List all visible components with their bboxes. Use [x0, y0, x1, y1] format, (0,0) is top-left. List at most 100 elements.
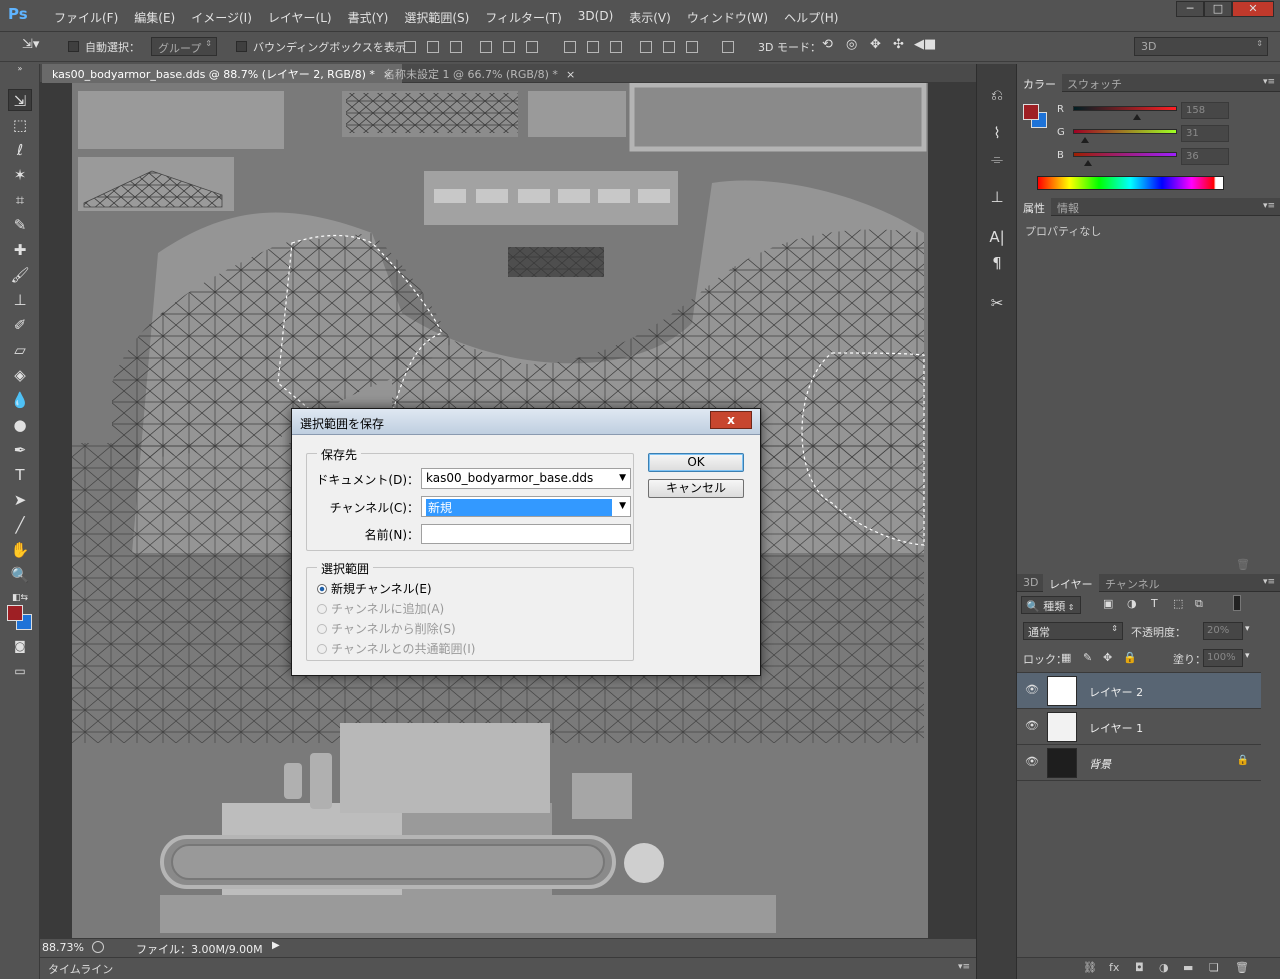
layer-style-icon[interactable]: fx	[1109, 961, 1119, 974]
close-window-button[interactable]: ✕	[1232, 1, 1274, 17]
paint-bucket-tool-icon[interactable]: ◈	[8, 364, 32, 386]
tool-presets-icon[interactable]: ✂	[983, 292, 1011, 314]
new-adjustment-icon[interactable]: ◑	[1159, 961, 1169, 974]
radio-dot[interactable]	[317, 624, 327, 634]
dialog-titlebar[interactable]: 選択範囲を保存 x	[292, 409, 760, 435]
layer-name[interactable]: 背景	[1089, 756, 1111, 772]
healing-brush-tool-icon[interactable]: ✚	[8, 239, 32, 261]
cancel-button[interactable]: キャンセル	[648, 479, 744, 498]
tab-layers[interactable]: レイヤー	[1043, 574, 1099, 592]
distribute-vcenter-icon[interactable]	[587, 41, 599, 53]
tab-kas00-bodyarmor[interactable]: kas00_bodyarmor_base.dds @ 88.7% (レイヤー 2…	[42, 64, 403, 83]
opacity-input[interactable]: 20%	[1203, 622, 1243, 640]
fg-color-swatch[interactable]	[1023, 104, 1039, 120]
eraser-tool-icon[interactable]: ▱	[8, 339, 32, 361]
distribute-left-icon[interactable]	[640, 41, 652, 53]
history-brush-tool-icon[interactable]: ✐	[8, 314, 32, 336]
panel-menu-icon[interactable]: ▾≡	[1263, 577, 1275, 587]
tab-info[interactable]: 情報	[1051, 198, 1085, 216]
foreground-color-swatch[interactable]	[7, 605, 23, 621]
add-mask-icon[interactable]: ◘	[1135, 961, 1144, 974]
blue-value[interactable]: 36	[1181, 148, 1229, 165]
panel-menu-icon[interactable]: ▾≡	[958, 962, 970, 972]
roll-3d-icon[interactable]: ◎	[846, 37, 857, 52]
name-input[interactable]	[421, 524, 631, 544]
menu-image[interactable]: イメージ(I)	[183, 9, 260, 26]
visibility-eye-icon[interactable]: 👁	[1025, 683, 1039, 696]
move-tool-preset-icon[interactable]: ⇲▾	[22, 37, 39, 52]
hand-tool-icon[interactable]: ✋	[8, 539, 32, 561]
layer-name[interactable]: レイヤー 2	[1089, 684, 1143, 700]
timeline-tab[interactable]: タイムライン	[48, 961, 113, 977]
distribute-right-icon[interactable]	[686, 41, 698, 53]
filter-shape-icon[interactable]: ⬚	[1173, 597, 1183, 610]
menu-edit[interactable]: 編集(E)	[126, 9, 183, 26]
blur-tool-icon[interactable]: 💧	[8, 389, 32, 411]
share-icon[interactable]	[92, 941, 104, 953]
slide-3d-icon[interactable]: ✣	[893, 37, 904, 52]
tab-swatches[interactable]: スウォッチ	[1061, 74, 1128, 92]
red-track[interactable]	[1073, 106, 1177, 111]
layer-row-background[interactable]: 👁 背景 🔒	[1017, 745, 1261, 781]
align-right-icon[interactable]	[526, 41, 538, 53]
lock-position-icon[interactable]: ✥	[1103, 651, 1112, 664]
character-panel-icon[interactable]: A|	[983, 226, 1011, 248]
zoom-tool-icon[interactable]: 🔍	[8, 564, 32, 586]
green-track[interactable]	[1073, 129, 1177, 134]
red-value[interactable]: 158	[1181, 102, 1229, 119]
lock-transparency-icon[interactable]: ▦	[1061, 651, 1071, 664]
tab-3d[interactable]: 3D	[1017, 574, 1044, 592]
tab-color[interactable]: カラー	[1017, 74, 1062, 92]
radio-subtract-from-channel[interactable]: チャンネルから削除(S)	[317, 620, 456, 637]
scale-3d-icon[interactable]: ◀■	[914, 37, 936, 52]
marquee-tool-icon[interactable]: ⬚	[8, 114, 32, 136]
blend-mode-select[interactable]: 通常 ⇕	[1023, 622, 1123, 640]
radio-dot[interactable]	[317, 644, 327, 654]
align-top-icon[interactable]	[404, 41, 416, 53]
menu-help[interactable]: ヘルプ(H)	[776, 9, 846, 26]
fill-dropdown-icon[interactable]: ▾	[1245, 651, 1250, 661]
menu-3d[interactable]: 3D(D)	[570, 9, 621, 26]
radio-intersect-with-channel[interactable]: チャンネルとの共通範囲(I)	[317, 640, 475, 657]
filter-adjustment-icon[interactable]: ◑	[1127, 597, 1137, 610]
align-left-icon[interactable]	[480, 41, 492, 53]
line-tool-icon[interactable]: ╱	[8, 514, 32, 536]
zoom-level[interactable]: 88.73%	[42, 941, 84, 954]
align-bottom-icon[interactable]	[450, 41, 462, 53]
maximize-button[interactable]: □	[1204, 1, 1232, 17]
document-select[interactable]: kas00_bodyarmor_base.dds ▼	[421, 468, 631, 489]
distribute-hcenter-icon[interactable]	[663, 41, 675, 53]
lock-all-icon[interactable]: 🔒	[1123, 651, 1137, 664]
trash-icon[interactable]: 🗑	[1236, 558, 1250, 571]
link-layers-icon[interactable]: ⛓	[1083, 961, 1097, 974]
radio-dot[interactable]	[317, 604, 327, 614]
quick-mask-icon[interactable]: ◙	[8, 635, 32, 657]
radio-dot[interactable]	[317, 584, 327, 594]
collapse-toolbox-icon[interactable]: »	[8, 65, 32, 73]
history-panel-icon[interactable]: ⎌	[983, 84, 1011, 106]
magic-wand-tool-icon[interactable]: ✶	[8, 164, 32, 186]
tab-channels[interactable]: チャンネル	[1099, 574, 1166, 592]
menu-type[interactable]: 書式(Y)	[340, 9, 397, 26]
workspace-select[interactable]: 3D ⇕	[1134, 37, 1268, 56]
pen-tool-icon[interactable]: ✒	[8, 439, 32, 461]
brush-panel-icon[interactable]: ⌇	[983, 122, 1011, 144]
new-group-icon[interactable]: ▬	[1183, 961, 1193, 974]
path-selection-tool-icon[interactable]: ➤	[8, 489, 32, 511]
distribute-top-icon[interactable]	[564, 41, 576, 53]
ok-button[interactable]: OK	[648, 453, 744, 472]
tab-properties[interactable]: 属性	[1017, 198, 1051, 216]
radio-new-channel[interactable]: 新規チャンネル(E)	[317, 580, 432, 597]
status-menu-arrow-icon[interactable]: ▶	[272, 940, 280, 951]
blue-thumb[interactable]	[1083, 160, 1092, 166]
rotate-3d-icon[interactable]: ⟲	[822, 37, 833, 52]
drag-3d-icon[interactable]: ✥	[870, 37, 881, 52]
auto-select-checkbox[interactable]	[68, 41, 79, 52]
filter-toggle[interactable]	[1233, 595, 1241, 611]
brush-tool-icon[interactable]: 🖌	[8, 264, 32, 286]
layer-row-layer1[interactable]: 👁 レイヤー 1	[1017, 709, 1261, 745]
type-tool-icon[interactable]: T	[8, 464, 32, 486]
distribute-bottom-icon[interactable]	[610, 41, 622, 53]
red-thumb[interactable]	[1133, 114, 1142, 120]
blue-track[interactable]	[1073, 152, 1177, 157]
